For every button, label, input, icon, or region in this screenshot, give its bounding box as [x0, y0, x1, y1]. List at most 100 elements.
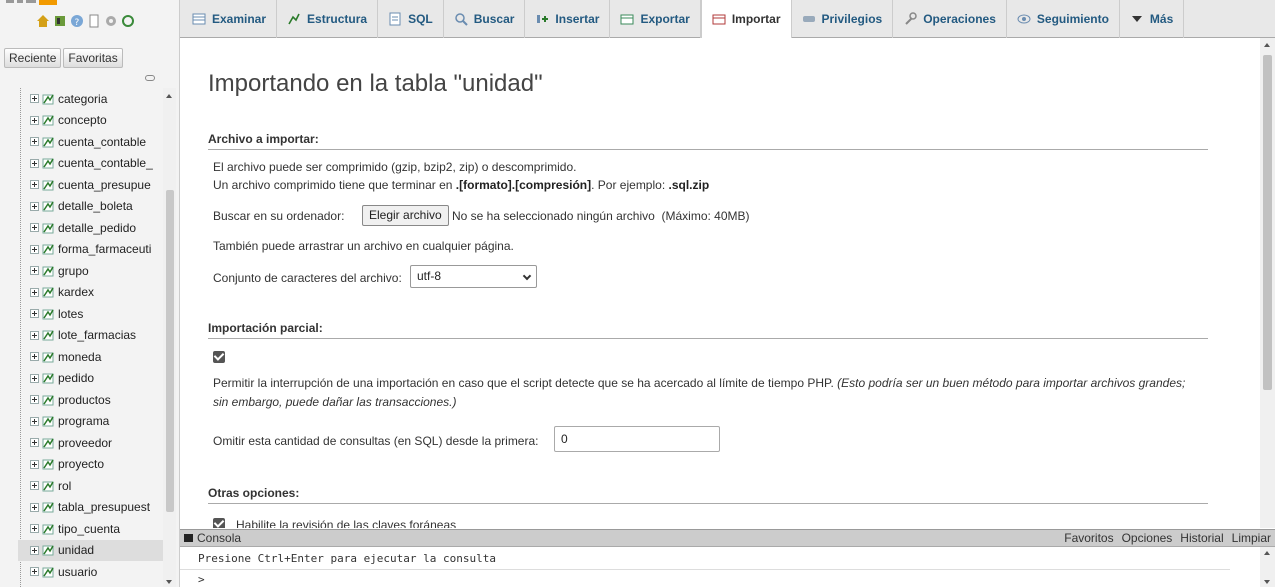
- table-icon[interactable]: [42, 437, 54, 449]
- table-icon[interactable]: [42, 501, 54, 513]
- table-item-lotes[interactable]: lotes: [18, 303, 176, 325]
- console-scrollbar[interactable]: [1260, 547, 1275, 587]
- table-item-pedido[interactable]: pedido: [18, 368, 176, 390]
- table-label[interactable]: cuenta_contable: [58, 135, 146, 149]
- expand-icon[interactable]: [30, 158, 39, 168]
- table-label[interactable]: lotes: [58, 307, 83, 321]
- tab-structure[interactable]: Estructura: [277, 0, 379, 38]
- table-icon[interactable]: [42, 566, 54, 578]
- table-label[interactable]: categoria: [58, 92, 107, 106]
- table-icon[interactable]: [42, 136, 54, 148]
- expand-icon[interactable]: [30, 502, 39, 512]
- table-item-moneda[interactable]: moneda: [18, 346, 176, 368]
- expand-icon[interactable]: [30, 223, 39, 233]
- gear-icon[interactable]: [104, 14, 118, 28]
- table-item-grupo[interactable]: grupo: [18, 260, 176, 282]
- table-icon[interactable]: [42, 179, 54, 191]
- expand-icon[interactable]: [30, 438, 39, 448]
- reload-icon[interactable]: [121, 14, 135, 28]
- table-label[interactable]: cuenta_presupue: [58, 178, 151, 192]
- expand-icon[interactable]: [30, 180, 39, 190]
- table-item-usuario[interactable]: usuario: [18, 561, 176, 583]
- expand-icon[interactable]: [30, 94, 39, 104]
- console-favorites-link[interactable]: Favoritos: [1064, 531, 1113, 545]
- table-icon[interactable]: [42, 480, 54, 492]
- table-item-detalle_boleta[interactable]: detalle_boleta: [18, 196, 176, 218]
- table-icon[interactable]: [42, 286, 54, 298]
- expand-icon[interactable]: [30, 459, 39, 469]
- table-icon[interactable]: [42, 222, 54, 234]
- expand-icon[interactable]: [30, 481, 39, 491]
- tab-recent[interactable]: Reciente: [4, 48, 62, 68]
- table-item-tabla_presupuest[interactable]: tabla_presupuest: [18, 497, 176, 519]
- help-icon[interactable]: ?: [70, 14, 84, 28]
- table-icon[interactable]: [42, 200, 54, 212]
- skip-queries-input[interactable]: 0: [554, 426, 720, 452]
- expand-icon[interactable]: [30, 137, 39, 147]
- expand-icon[interactable]: [30, 373, 39, 383]
- table-item-productos[interactable]: productos: [18, 389, 176, 411]
- table-icon[interactable]: [42, 308, 54, 320]
- table-label[interactable]: pedido: [58, 371, 94, 385]
- table-icon[interactable]: [42, 157, 54, 169]
- table-label[interactable]: moneda: [58, 350, 101, 364]
- console-body[interactable]: Presione Ctrl+Enter para ejecutar la con…: [180, 547, 1275, 587]
- tab-insert[interactable]: Insertar: [525, 0, 611, 38]
- table-icon[interactable]: [42, 372, 54, 384]
- console-prompt[interactable]: >: [198, 573, 205, 586]
- table-item-rol[interactable]: rol: [18, 475, 176, 497]
- table-label[interactable]: cuenta_contable_: [58, 156, 153, 170]
- charset-select[interactable]: utf-8: [410, 265, 537, 288]
- table-label[interactable]: tabla_presupuest: [58, 500, 150, 514]
- tab-browse[interactable]: Examinar: [182, 0, 278, 38]
- expand-icon[interactable]: [30, 201, 39, 211]
- expand-icon[interactable]: [30, 309, 39, 319]
- table-label[interactable]: rol: [58, 479, 71, 493]
- console-toggle[interactable]: Consola: [184, 531, 241, 545]
- table-label[interactable]: grupo: [58, 264, 89, 278]
- table-icon[interactable]: [42, 114, 54, 126]
- tab-export[interactable]: Exportar: [610, 0, 701, 38]
- table-label[interactable]: tipo_cuenta: [58, 522, 120, 536]
- docs-icon[interactable]: [87, 14, 101, 28]
- console-options-link[interactable]: Opciones: [1122, 531, 1173, 545]
- expand-icon[interactable]: [30, 524, 39, 534]
- table-item-cuenta_contable_[interactable]: cuenta_contable_: [18, 153, 176, 175]
- console-bar[interactable]: Consola Favoritos Opciones Historial Lim…: [180, 530, 1275, 547]
- table-icon[interactable]: [42, 93, 54, 105]
- console-history-link[interactable]: Historial: [1180, 531, 1223, 545]
- expand-icon[interactable]: [30, 395, 39, 405]
- table-item-categoria[interactable]: categoria: [18, 88, 176, 110]
- expand-icon[interactable]: [30, 115, 39, 125]
- link-icon[interactable]: [145, 75, 155, 81]
- table-item-programa[interactable]: programa: [18, 411, 176, 433]
- expand-icon[interactable]: [30, 287, 39, 297]
- tab-import[interactable]: Importar: [700, 0, 792, 38]
- table-label[interactable]: concepto: [58, 113, 107, 127]
- table-label[interactable]: productos: [58, 393, 111, 407]
- table-label[interactable]: forma_farmaceuti: [58, 242, 151, 256]
- table-label[interactable]: proyecto: [58, 457, 104, 471]
- table-item-unidad[interactable]: unidad: [18, 539, 176, 561]
- tab-privileges[interactable]: Privilegios: [792, 0, 894, 38]
- table-item-lote_farmacias[interactable]: lote_farmacias: [18, 325, 176, 347]
- expand-icon[interactable]: [30, 416, 39, 426]
- foreign-key-checkbox[interactable]: [213, 518, 225, 528]
- table-icon[interactable]: [42, 394, 54, 406]
- console-clear-link[interactable]: Limpiar: [1232, 531, 1271, 545]
- table-item-cuenta_presupue[interactable]: cuenta_presupue: [18, 174, 176, 196]
- tab-sql[interactable]: SQL: [378, 0, 444, 38]
- table-item-detalle_pedido[interactable]: detalle_pedido: [18, 217, 176, 239]
- table-item-proveedor[interactable]: proveedor: [18, 432, 176, 454]
- logout-icon[interactable]: [53, 14, 67, 28]
- table-icon[interactable]: [42, 329, 54, 341]
- table-icon[interactable]: [42, 523, 54, 535]
- tab-operations[interactable]: Operaciones: [893, 0, 1007, 38]
- expand-icon[interactable]: [30, 330, 39, 340]
- expand-icon[interactable]: [30, 244, 39, 254]
- table-item-proyecto[interactable]: proyecto: [18, 454, 176, 476]
- table-label[interactable]: unidad: [58, 543, 94, 557]
- tab-search[interactable]: Buscar: [444, 0, 526, 38]
- expand-icon[interactable]: [30, 567, 39, 577]
- tab-tracking[interactable]: Seguimiento: [1007, 0, 1120, 38]
